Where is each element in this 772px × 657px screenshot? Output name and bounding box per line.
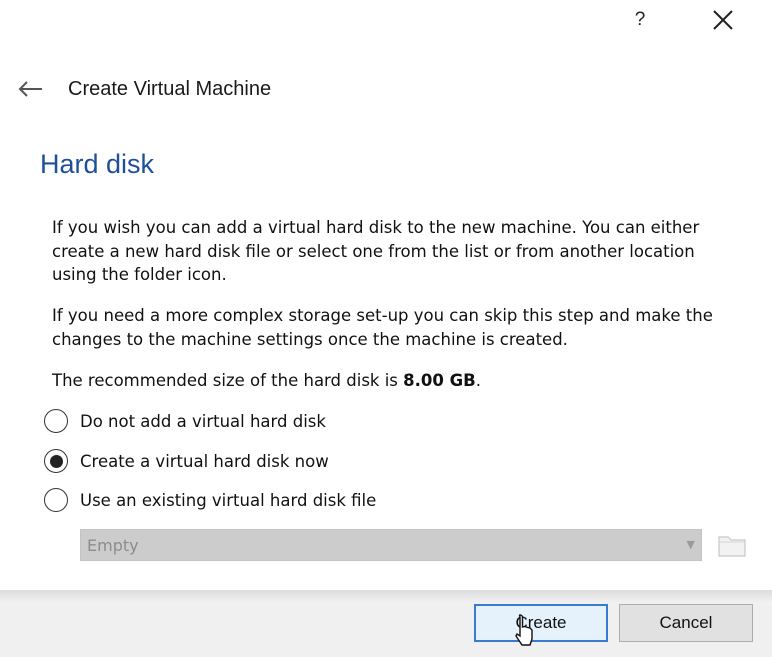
radio-label: Create a virtual hard disk now [80,451,329,471]
chevron-down-icon: ▼ [686,538,695,551]
close-button[interactable] [703,4,743,36]
storage-note-paragraph: If you need a more complex storage set-u… [52,306,713,349]
cancel-button[interactable]: Cancel [619,604,753,642]
radio-button[interactable] [44,449,68,473]
radio-no-disk[interactable]: Do not add a virtual hard disk [44,407,326,435]
recommended-size-value: 8.00 GB [403,371,476,390]
radio-button[interactable] [44,488,68,512]
page-title: Hard disk [40,149,155,179]
existing-disk-select[interactable]: Empty ▼ [80,529,702,561]
folder-icon [718,536,746,557]
radio-button[interactable] [44,409,68,433]
radio-selected-dot [49,454,63,468]
choose-disk-file-button[interactable] [715,529,749,561]
back-button[interactable] [14,76,46,102]
arrow-left-icon [18,81,42,97]
recommended-suffix: . [475,371,481,390]
radio-create-disk[interactable]: Create a virtual hard disk now [44,447,329,475]
radio-label: Do not add a virtual hard disk [80,411,326,431]
create-vm-dialog: ? Create Virtual Machine Hard disk If yo… [0,0,772,657]
existing-disk-value: Empty [87,536,139,555]
help-button[interactable]: ? [620,4,660,36]
recommended-prefix: The recommended size of the hard disk is [52,371,404,390]
create-button[interactable]: Create [474,604,608,642]
recommended-size-text: The recommended size of the hard disk is… [52,369,742,393]
window-title: Create Virtual Machine [68,78,272,100]
close-icon [713,10,733,30]
radio-existing-disk[interactable]: Use an existing virtual hard disk file [44,486,376,514]
radio-label: Use an existing virtual hard disk file [80,490,377,510]
description-paragraph: If you wish you can add a virtual hard d… [52,218,700,284]
